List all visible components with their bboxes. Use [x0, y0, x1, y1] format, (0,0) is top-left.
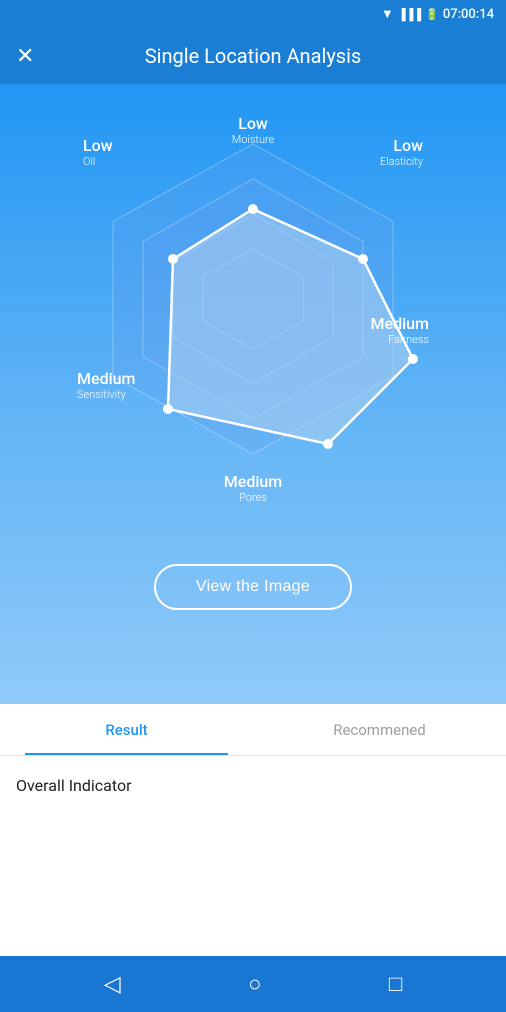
main-content: Low Moisture Low Elasticity Medium Fairn…	[0, 84, 506, 704]
tabs-section: Result Recommened Overall Indicator	[0, 704, 506, 956]
tab-result[interactable]: Result	[0, 704, 253, 755]
label-moisture: Low Moisture	[232, 114, 275, 146]
battery-icon: 🔋	[425, 8, 439, 21]
tab-content-result: Overall Indicator	[0, 756, 506, 815]
label-elasticity: Low Elasticity	[380, 136, 423, 168]
tabs-header: Result Recommened	[0, 704, 506, 756]
nav-back-button[interactable]: ◁	[84, 963, 141, 1005]
overall-indicator-label: Overall Indicator	[16, 776, 132, 795]
radar-chart-container: Low Moisture Low Elasticity Medium Fairn…	[73, 114, 433, 544]
signal-icon: ▐▐▐	[398, 8, 421, 21]
status-bar: ▼ ▐▐▐ 🔋 07:00:14	[0, 0, 506, 28]
bottom-nav: ◁ ○ □	[0, 956, 506, 1012]
status-icons: ▼ ▐▐▐ 🔋 07:00:14	[381, 6, 494, 22]
label-fairness: Medium Fairness	[371, 314, 430, 346]
page-title: Single Location Analysis	[145, 44, 362, 68]
label-pores: Medium Pores	[224, 472, 283, 504]
wifi-icon: ▼	[381, 6, 394, 22]
view-image-button[interactable]: View the Image	[154, 564, 352, 610]
status-time: 07:00:14	[443, 7, 494, 22]
close-button[interactable]: ✕	[16, 45, 34, 67]
nav-home-button[interactable]: ○	[228, 963, 281, 1005]
tab-recommend[interactable]: Recommened	[253, 704, 506, 755]
label-sensitivity: Medium Sensitivity	[77, 369, 136, 401]
header: ✕ Single Location Analysis	[0, 28, 506, 84]
nav-recent-button[interactable]: □	[369, 963, 422, 1005]
label-oil: Low Oil	[83, 136, 113, 168]
